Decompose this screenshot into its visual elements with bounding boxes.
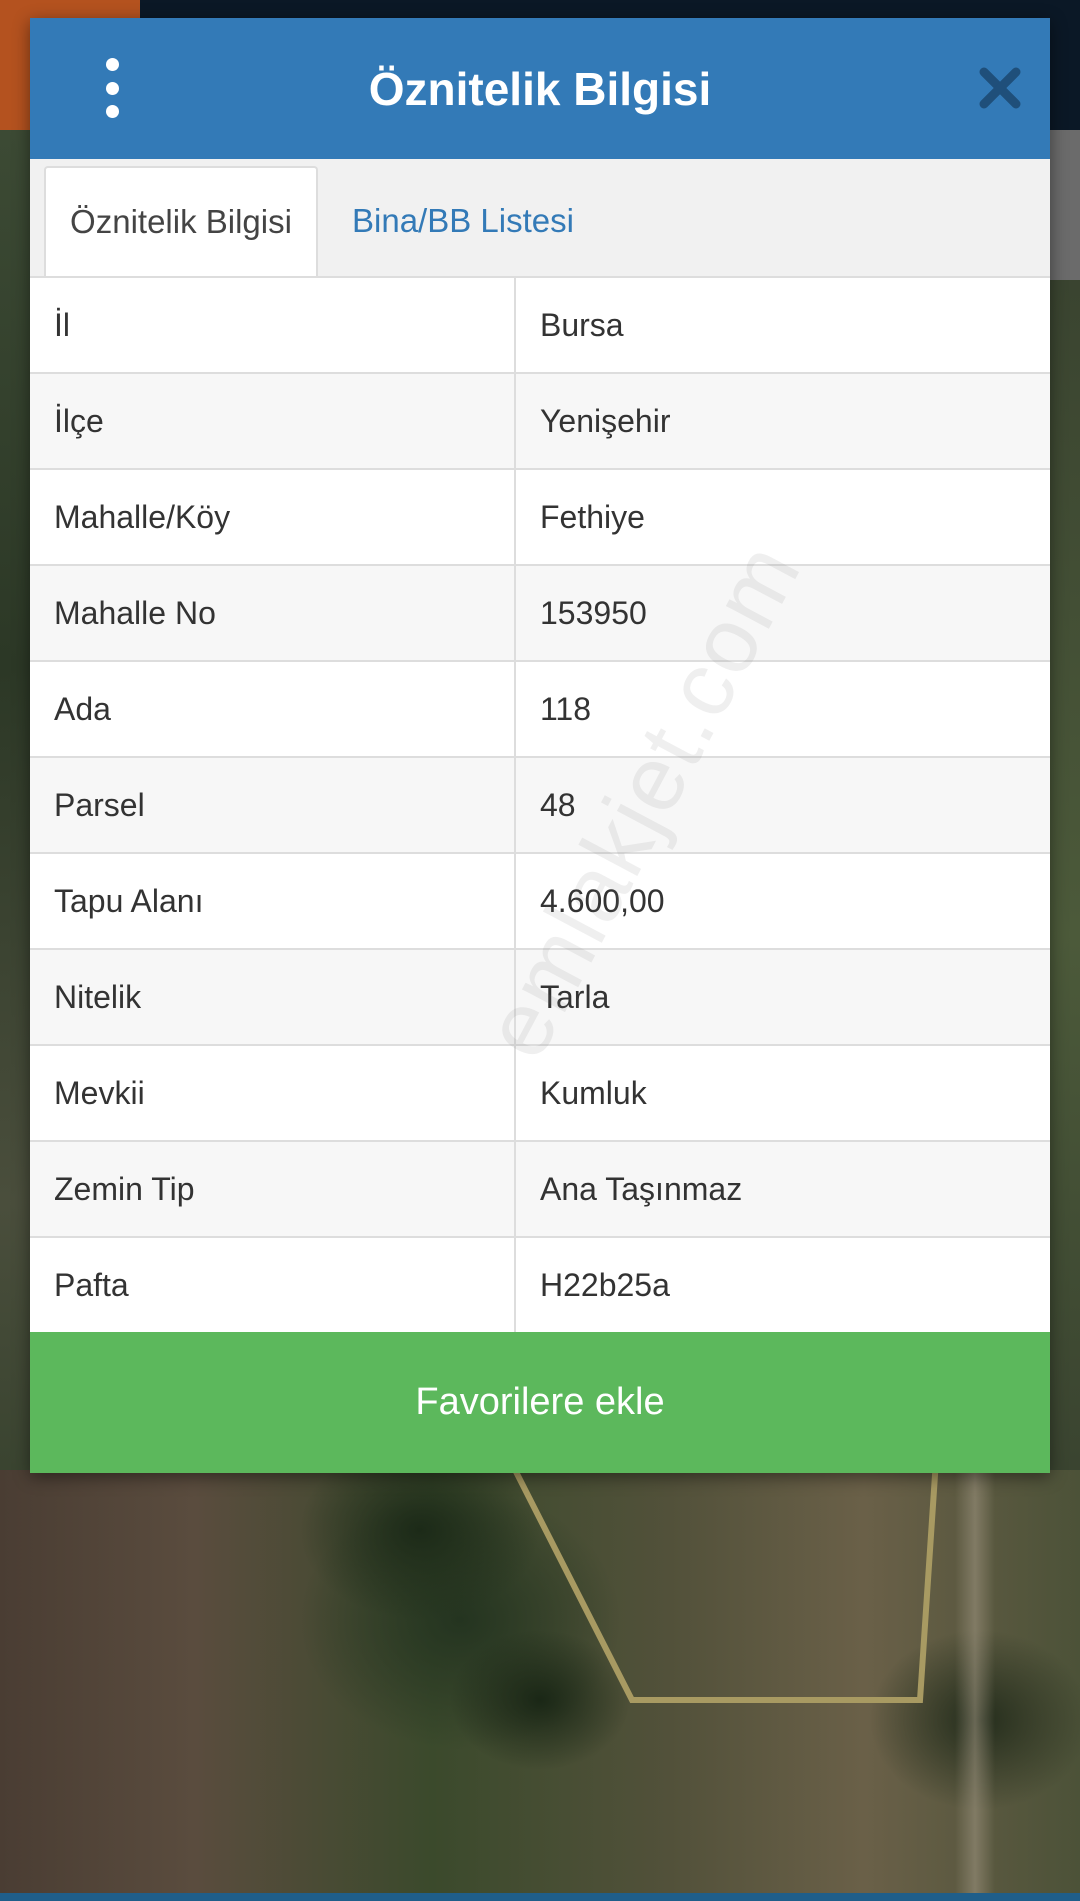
- map-bottom-bar: [0, 1893, 1080, 1901]
- attribute-value: Tarla: [515, 949, 1050, 1046]
- attribute-key: Tapu Alanı: [30, 853, 516, 950]
- tab-building-list[interactable]: Bina/BB Listesi: [352, 166, 574, 276]
- tab-attribute-info[interactable]: Öznitelik Bilgisi: [44, 166, 318, 276]
- attribute-key: İlçe: [30, 373, 516, 470]
- attribute-key: Parsel: [30, 757, 516, 854]
- attribute-value: Kumluk: [515, 1045, 1050, 1142]
- close-icon[interactable]: [974, 62, 1026, 114]
- table-row: Zemin Tip Ana Taşınmaz: [30, 1141, 1050, 1238]
- attribute-value: Fethiye: [515, 469, 1050, 566]
- add-to-favorites-button[interactable]: Favorilere ekle: [30, 1332, 1050, 1473]
- attribute-value: 153950: [515, 565, 1050, 662]
- attribute-key: Mahalle No: [30, 565, 516, 662]
- attribute-value: Bursa: [515, 278, 1050, 374]
- table-row: Nitelik Tarla: [30, 949, 1050, 1046]
- attribute-value: 48: [515, 757, 1050, 854]
- table-row: İl Bursa: [30, 278, 1050, 374]
- attribute-table: İl Bursa İlçe Yenişehir Mahalle/Köy Feth…: [30, 278, 1050, 1332]
- attribute-value: 4.600,00: [515, 853, 1050, 950]
- attribute-key: Pafta: [30, 1237, 516, 1332]
- table-row: Ada 118: [30, 661, 1050, 758]
- dialog-title: Öznitelik Bilgisi: [368, 62, 712, 115]
- attribute-value: 118: [515, 661, 1050, 758]
- table-row: İlçe Yenişehir: [30, 373, 1050, 470]
- attribute-key: Nitelik: [30, 949, 516, 1046]
- table-row: Mevkii Kumluk: [30, 1045, 1050, 1142]
- attribute-key: Ada: [30, 661, 516, 758]
- tab-bar: Öznitelik Bilgisi Bina/BB Listesi: [30, 159, 1050, 278]
- attribute-value: Ana Taşınmaz: [515, 1141, 1050, 1238]
- table-row: Parsel 48: [30, 757, 1050, 854]
- table-row: Tapu Alanı 4.600,00: [30, 853, 1050, 950]
- vertical-dots-icon[interactable]: [92, 58, 132, 118]
- dialog-header: Öznitelik Bilgisi: [30, 18, 1050, 159]
- attribute-value: Yenişehir: [515, 373, 1050, 470]
- attribute-key: Mevkii: [30, 1045, 516, 1142]
- table-row: Mahalle/Köy Fethiye: [30, 469, 1050, 566]
- attribute-dialog: Öznitelik Bilgisi Öznitelik Bilgisi Bina…: [30, 18, 1050, 1473]
- table-row: Mahalle No 153950: [30, 565, 1050, 662]
- table-row: Pafta H22b25a: [30, 1237, 1050, 1332]
- parcel-boundary: [507, 1458, 939, 1703]
- attribute-key: Mahalle/Köy: [30, 469, 516, 566]
- attribute-value: H22b25a: [540, 1266, 670, 1303]
- attribute-key: İl: [30, 278, 516, 374]
- attribute-key: Zemin Tip: [30, 1141, 516, 1238]
